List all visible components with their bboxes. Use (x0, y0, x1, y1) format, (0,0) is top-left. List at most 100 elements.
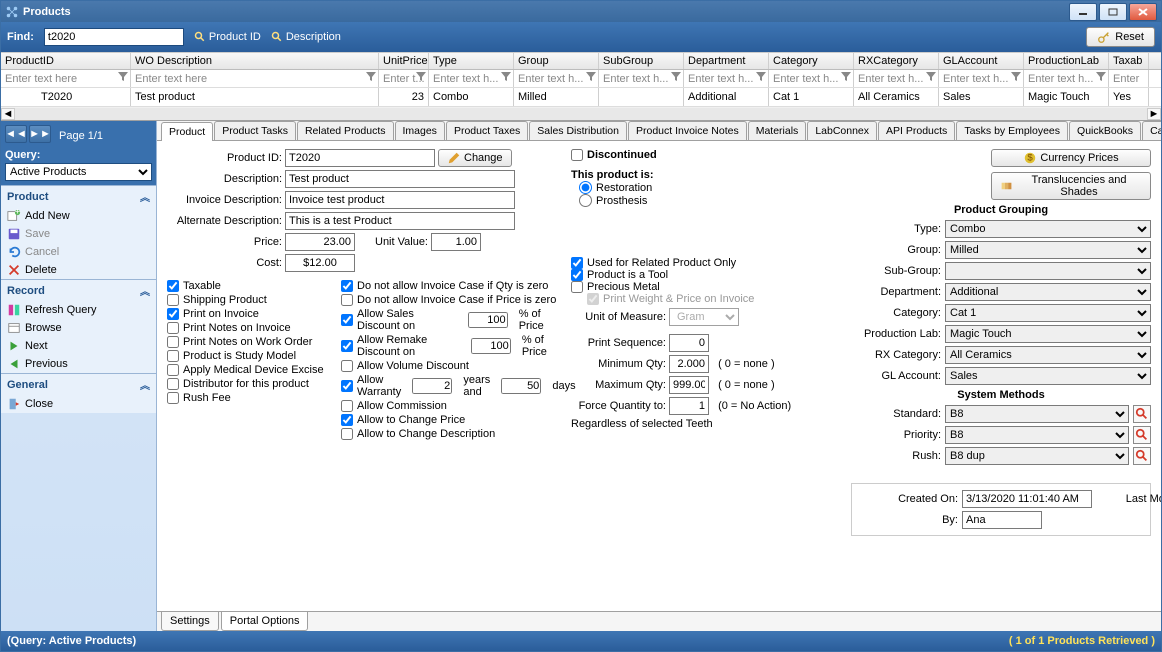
chk-allow-change-desc[interactable]: Allow to Change Description (341, 428, 561, 440)
chk-rush-fee-box[interactable] (167, 392, 179, 404)
minimize-button[interactable] (1069, 3, 1097, 21)
filter-cell[interactable]: Enter text h... (599, 70, 684, 87)
chk-print-notes-wo-box[interactable] (167, 336, 179, 348)
gl-account-select[interactable]: Sales (945, 367, 1151, 385)
col-header[interactable]: SubGroup (599, 53, 684, 69)
chkbox[interactable] (341, 314, 353, 326)
filter-cell[interactable]: Enter text h... (1024, 70, 1109, 87)
chk-is-tool[interactable]: Product is a Tool (571, 269, 841, 281)
tab-product-tasks[interactable]: Product Tasks (214, 121, 296, 140)
cancel-item[interactable]: Cancel (1, 243, 156, 261)
chkbox[interactable] (341, 360, 353, 372)
alternate-description-input[interactable] (285, 212, 515, 230)
chk-study-model[interactable]: Product is Study Model (167, 350, 337, 362)
chk-allow-sales-disc[interactable]: Allow Sales Discount on % of Price (341, 308, 561, 332)
print-seq-input[interactable] (669, 334, 709, 352)
priority-edit-button[interactable] (1133, 426, 1151, 444)
filter-cell[interactable]: Enter t... (379, 70, 429, 87)
chkbox[interactable] (571, 281, 583, 293)
tab-portal-options[interactable]: Portal Options (221, 612, 309, 631)
chk-shipping[interactable]: Shipping Product (167, 294, 337, 306)
tab-tasks-by-employees[interactable]: Tasks by Employees (956, 121, 1068, 140)
remake-disc-input[interactable] (471, 338, 511, 354)
section-header[interactable]: General︽ (1, 374, 156, 395)
chk-distributor[interactable]: Distributor for this product (167, 378, 337, 390)
filter-cell[interactable]: Enter text h... (769, 70, 854, 87)
close-item[interactable]: Close (1, 395, 156, 413)
tab-labconnex[interactable]: LabConnex (807, 121, 877, 140)
col-header[interactable]: WO Description (131, 53, 379, 69)
section-header[interactable]: Record︽ (1, 280, 156, 301)
section-header[interactable]: Product︽ (1, 186, 156, 207)
chkbox[interactable] (341, 414, 353, 426)
filter-cell[interactable]: Enter text here (131, 70, 379, 87)
chk-med-device[interactable]: Apply Medical Device Excise (167, 364, 337, 376)
standard-select[interactable]: B8 (945, 405, 1129, 423)
col-header[interactable]: Group (514, 53, 599, 69)
tab-images[interactable]: Images (395, 121, 445, 140)
previous-item[interactable]: Previous (1, 355, 156, 373)
chk-print-invoice-box[interactable] (167, 308, 179, 320)
page-next-button[interactable]: ►► (29, 125, 51, 143)
find-by-product-id[interactable]: Product ID (194, 31, 261, 43)
grid-data-row[interactable]: T2020 Test product 23 Combo Milled Addit… (1, 88, 1161, 106)
chk-precious[interactable]: Precious Metal (571, 281, 841, 293)
col-header[interactable]: Department (684, 53, 769, 69)
filter-cell[interactable]: Enter (1109, 70, 1149, 87)
page-prev-button[interactable]: ◄◄ (5, 125, 27, 143)
chk-print-notes-wo[interactable]: Print Notes on Work Order (167, 336, 337, 348)
delete-item[interactable]: Delete (1, 261, 156, 279)
chkbox[interactable] (341, 280, 353, 292)
tab-related-products[interactable]: Related Products (297, 121, 394, 140)
production-lab-select[interactable]: Magic Touch (945, 325, 1151, 343)
department-select[interactable]: Additional (945, 283, 1151, 301)
chkbox[interactable] (571, 149, 583, 161)
currency-prices-button[interactable]: $Currency Prices (991, 149, 1151, 167)
chkbox[interactable] (571, 269, 583, 281)
add-new-item[interactable]: +Add New (1, 207, 156, 225)
cost-input[interactable] (285, 254, 355, 272)
chkbox[interactable] (341, 400, 353, 412)
filter-cell[interactable]: Enter text h... (514, 70, 599, 87)
unit-value-input[interactable] (431, 233, 481, 251)
chkbox[interactable] (341, 340, 353, 352)
radio[interactable] (579, 194, 592, 207)
chkbox[interactable] (341, 294, 353, 306)
tab-invoice-notes[interactable]: Product Invoice Notes (628, 121, 747, 140)
col-header[interactable]: ProductID (1, 53, 131, 69)
filter-cell[interactable]: Enter text h... (854, 70, 939, 87)
browse-item[interactable]: Browse (1, 319, 156, 337)
filter-cell[interactable]: Enter text here (1, 70, 131, 87)
filter-cell[interactable]: Enter text h... (939, 70, 1024, 87)
group-select[interactable]: Milled (945, 241, 1151, 259)
chk-used-related[interactable]: Used for Related Product Only (571, 257, 841, 269)
tab-quickbooks[interactable]: QuickBooks (1069, 121, 1141, 140)
standard-edit-button[interactable] (1133, 405, 1151, 423)
chkbox[interactable] (341, 428, 353, 440)
maximize-button[interactable] (1099, 3, 1127, 21)
sales-disc-input[interactable] (468, 312, 508, 328)
chk-allow-remake-disc[interactable]: Allow Remake Discount on % of Price (341, 334, 561, 358)
rx-category-select[interactable]: All Ceramics (945, 346, 1151, 364)
col-header[interactable]: ProductionLab (1024, 53, 1109, 69)
query-select[interactable]: Active Products (5, 163, 152, 181)
tab-materials[interactable]: Materials (748, 121, 807, 140)
radio-prosthesis[interactable]: Prosthesis (579, 194, 841, 207)
chk-print-invoice[interactable]: Print on Invoice (167, 308, 337, 320)
chk-allow-vol-disc[interactable]: Allow Volume Discount (341, 360, 561, 372)
find-input[interactable] (44, 28, 184, 46)
invoice-description-input[interactable] (285, 191, 515, 209)
radio[interactable] (579, 181, 592, 194)
chk-no-inv-qty-zero[interactable]: Do not allow Invoice Case if Qty is zero (341, 280, 561, 292)
col-header[interactable]: Type (429, 53, 514, 69)
tab-product[interactable]: Product (161, 122, 213, 141)
type-select[interactable]: Combo (945, 220, 1151, 238)
category-select[interactable]: Cat 1 (945, 304, 1151, 322)
chk-print-notes-inv-box[interactable] (167, 322, 179, 334)
max-qty-input[interactable] (669, 376, 709, 394)
grid-scrollbar[interactable]: ◄ ► (1, 106, 1161, 120)
tab-settings[interactable]: Settings (161, 612, 219, 631)
subgroup-select[interactable] (945, 262, 1151, 280)
close-button[interactable] (1129, 3, 1157, 21)
chk-no-inv-price-zero[interactable]: Do not allow Invoice Case if Price is ze… (341, 294, 561, 306)
